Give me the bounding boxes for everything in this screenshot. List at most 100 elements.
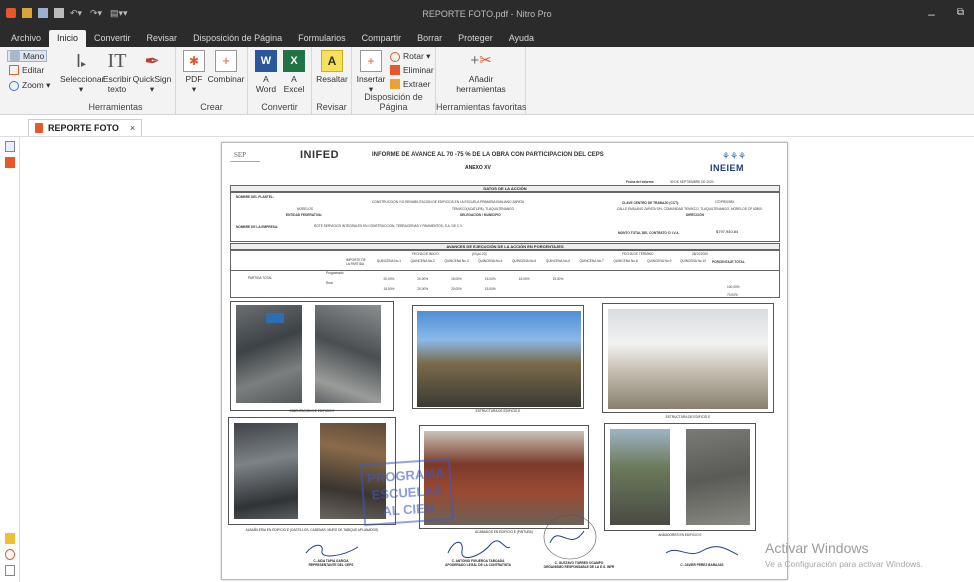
tab-compartir[interactable]: Compartir — [354, 30, 410, 47]
table-cell — [507, 287, 541, 291]
minimize-button[interactable]: – — [928, 7, 935, 21]
table-cell: QUINCENA No.5 — [511, 259, 537, 263]
signature-2 — [447, 540, 511, 559]
table-cell — [642, 287, 676, 291]
table-cell — [676, 277, 710, 281]
table-cell: QUINCENA No.10 — [680, 259, 707, 263]
zoom-button[interactable]: Zoom ▾ — [9, 80, 50, 91]
activation-watermark: Activar Windows — [765, 540, 869, 556]
combine-button[interactable]: + Combinar — [206, 50, 246, 84]
fecha-label: Fecha del Informe: — [626, 180, 655, 184]
table-cell: QUINCENA No.9 — [647, 259, 672, 263]
field-label: MONTO TOTAL DEL CONTRATO C/ I.V.A. — [618, 231, 680, 235]
hand-button[interactable]: Mano — [7, 50, 48, 62]
pen-signature-icon: ✒ — [144, 51, 160, 71]
photo-caption: ALBAÑILERIA EN EDIFICIO E (CASTILLOS, CA… — [245, 528, 379, 532]
pdf-button[interactable]: ✱ PDF ▾ — [182, 50, 206, 94]
tab-formularios[interactable]: Formularios — [290, 30, 354, 47]
field-label: DIRECCIÓN — [686, 213, 704, 217]
type-text-button[interactable]: IT Escribir texto — [102, 50, 132, 94]
field-value: MORELOS — [297, 207, 313, 211]
rotate-icon — [390, 51, 400, 62]
construction-photo — [234, 423, 298, 519]
table-cell: 15.00% — [383, 287, 395, 291]
window-title: REPORTE FOTO.pdf - Nitro Pro — [422, 9, 552, 19]
signer-role: APODERADO LEGAL DE LA CONTRATISTA — [445, 563, 511, 567]
photo-caption: ESTRUCTURA DE EDIFICIO E — [665, 415, 711, 419]
table-cell: QUINCENA No.2 — [410, 259, 435, 263]
cursor-text-icon: I▸ — [75, 51, 87, 71]
to-excel-button[interactable]: X A Excel — [280, 50, 308, 94]
edit-button[interactable]: Editar — [9, 65, 44, 75]
photo-caption: ANDADORES EN EDIFICIO E — [658, 533, 702, 537]
type-text-icon: IT — [107, 50, 127, 72]
field-label: NOMBRE DE LA EMPRESA: — [236, 225, 279, 229]
group-favoritas: +✂ Añadir herramientas Herramientas favor… — [436, 47, 527, 115]
table-cell: 20.00% — [417, 277, 429, 281]
tab-proteger[interactable]: Proteger — [450, 30, 501, 47]
delete-page-button[interactable]: Eliminar — [390, 65, 434, 75]
to-word-button[interactable]: W A Word — [252, 50, 280, 94]
tab-borrar[interactable]: Borrar — [409, 30, 450, 47]
group-disposicion: + Insertar ▾ Rotar ▾ Eliminar Extraer Dis… — [352, 47, 436, 115]
table-cell: 20.00% — [417, 287, 429, 291]
table-cell: 20.00% — [383, 277, 395, 281]
section-datos: DATOS DE LA ACCIÓN — [230, 185, 780, 192]
field-label: DELEGACIÓN / MUNICIPIO — [460, 213, 501, 217]
add-tools-button[interactable]: +✂ Añadir herramientas — [456, 50, 506, 94]
table-cell — [609, 287, 643, 291]
close-tab-button[interactable]: × — [130, 123, 135, 133]
rotate-button[interactable]: Rotar ▾ — [390, 51, 430, 62]
field-value: 17DPR0095X — [715, 200, 735, 204]
table-cell: QUINCENA No.1 — [376, 259, 402, 263]
field-value: $797,940.84 — [716, 229, 739, 234]
group-label: Convertir — [261, 102, 298, 112]
tab-archivo[interactable]: Archivo — [3, 30, 49, 47]
table-cell — [541, 287, 575, 291]
edit-icon — [9, 65, 19, 75]
bookmarks-icon[interactable] — [5, 141, 15, 152]
tools-icon: +✂ — [470, 52, 492, 69]
field-value: 70.00% — [727, 293, 738, 297]
attachments-icon[interactable] — [5, 157, 15, 168]
select-button[interactable]: I▸ Seleccionar ▾ — [60, 50, 104, 94]
signatures-icon[interactable] — [5, 549, 15, 560]
pdf-page[interactable]: SEP INIFED INFORME DE AVANCE AL 70 -75 %… — [221, 142, 788, 580]
ribbon-tabs: Archivo Inicio Convertir Revisar Disposi… — [0, 29, 974, 47]
document-tab[interactable]: REPORTE FOTO × — [28, 119, 143, 136]
table-cell — [609, 277, 643, 281]
field-label: CLAVE CENTRO DE TRABAJO (CCT): — [622, 201, 680, 205]
table-cell: 15.00% — [518, 277, 530, 281]
combine-icon: + — [215, 50, 237, 72]
real-values: 15.00% 20.00% 20.00% 15.00% — [372, 287, 710, 291]
field-label: ENTIDAD FEDERATIVA: — [286, 213, 323, 217]
table-cell: QUINCENA No.3 — [444, 259, 469, 263]
insert-button[interactable]: + Insertar ▾ — [355, 50, 387, 94]
group-label: Disposición de Página — [364, 92, 423, 112]
extract-button[interactable]: Extraer — [390, 79, 430, 89]
tab-convertir[interactable]: Convertir — [86, 30, 139, 47]
word-icon: W — [255, 50, 277, 72]
restore-button[interactable]: ⧉ — [957, 7, 964, 21]
output-icon[interactable] — [5, 565, 15, 576]
tab-disposicion[interactable]: Disposición de Página — [185, 30, 290, 47]
group-label: Herramientas — [88, 102, 143, 112]
tab-revisar[interactable]: Revisar — [139, 30, 186, 47]
table-cell — [642, 277, 676, 281]
table-cell: QUINCENA No.4 — [478, 259, 503, 263]
quincena-headers: QUINCENA No.1 QUINCENA No.2 QUINCENA No.3 Q… — [372, 259, 710, 269]
quicksign-button[interactable]: ✒ QuickSign ▾ — [132, 50, 172, 94]
table-cell: 20.00% — [451, 287, 462, 291]
comments-icon[interactable] — [5, 533, 15, 544]
programado-values: 20.00% 20.00% 15.00% 15.00% 15.00% 15.00% — [372, 277, 710, 281]
tab-inicio[interactable]: Inicio — [49, 30, 87, 47]
section-avances: AVANCES DE EJECUCIÓN DE LA ACCIÓN EN POR… — [230, 243, 780, 250]
signer-name: C. JAVIER PEREZ BARAJAS — [680, 563, 724, 567]
group-crear: ✱ PDF ▾ + Combinar Crear — [176, 47, 248, 115]
field-value: 28/10/2020 — [692, 252, 708, 256]
field-label: PARTIDA TOTAL — [248, 276, 273, 280]
field-value: ROTE SERVICIOS INTEGRALES EN CONSTRUCCIO… — [314, 224, 463, 228]
highlight-button[interactable]: A Resaltar — [314, 50, 350, 84]
signer-role: REPRESENTANTE DEL CEPS — [308, 563, 354, 567]
tab-ayuda[interactable]: Ayuda — [501, 30, 542, 47]
